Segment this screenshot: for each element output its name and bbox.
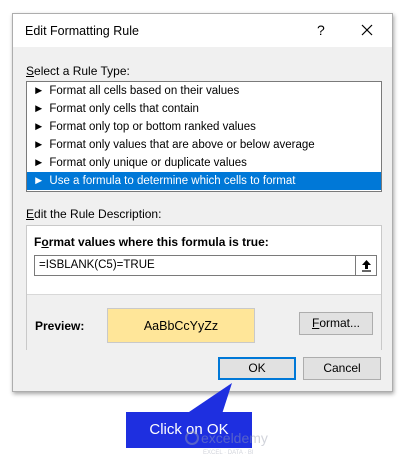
svg-text:EXCEL · DATA · BI: EXCEL · DATA · BI [203,450,254,456]
exceldemy-watermark: exceldemy EXCEL · DATA · BI [185,430,268,456]
callout-pointer [186,383,232,414]
svg-text:exceldemy: exceldemy [201,430,268,446]
